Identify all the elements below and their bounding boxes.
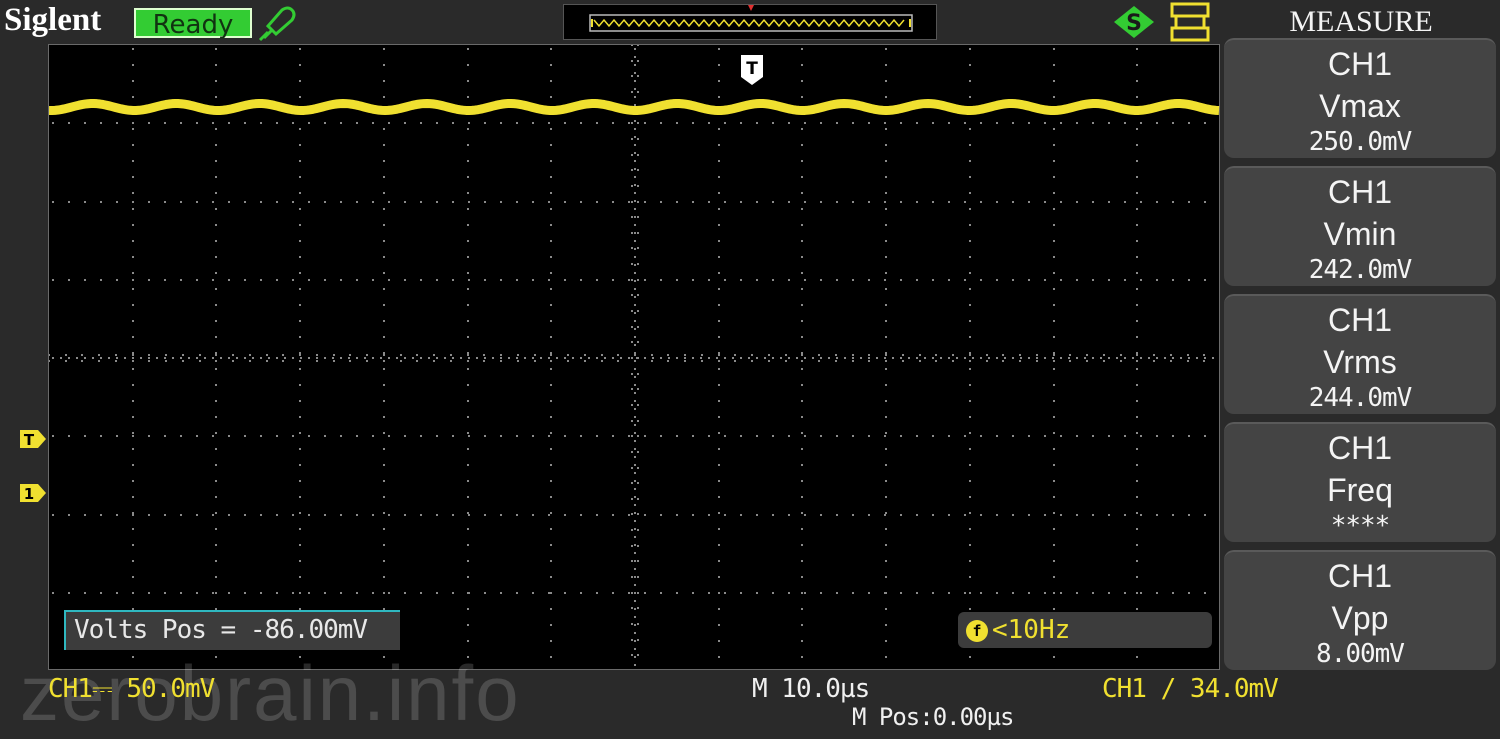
measure-value: 250.0mV bbox=[1308, 127, 1413, 157]
trigger-level-readout: CH1 ∕ 34.0mV bbox=[1102, 674, 1279, 704]
volts-position-readout: Volts Pos = -86.00mV bbox=[64, 610, 400, 650]
measure-value: **** bbox=[1330, 511, 1391, 541]
measure-param: Vmax bbox=[1319, 88, 1401, 124]
measure-channel: CH1 bbox=[1327, 46, 1392, 82]
measure-channel: CH1 bbox=[1327, 430, 1392, 466]
measure-item-vpp[interactable]: CH1 Vpp 8.00mV bbox=[1224, 550, 1496, 670]
waveform-svg bbox=[49, 45, 1221, 671]
acquisition-status-badge: Ready bbox=[134, 8, 252, 40]
svg-text:S: S bbox=[1126, 11, 1142, 36]
horizontal-position: M Pos:0.00µs bbox=[852, 703, 1014, 731]
bottom-status-bar: zerobrain.info CH1⎓ 50.0mV M 10.0µs M Po… bbox=[0, 649, 1500, 737]
probe-icon bbox=[258, 4, 298, 42]
trigger-position-marker: T bbox=[739, 53, 765, 87]
measure-item-vmax[interactable]: CH1 Vmax 250.0mV bbox=[1224, 38, 1496, 158]
ch1-vertical-scale: CH1⎓ 50.0mV bbox=[48, 674, 215, 704]
measure-channel: CH1 bbox=[1327, 558, 1392, 594]
channel-1-ground-marker[interactable]: 1 bbox=[18, 482, 48, 504]
measure-param: Vpp bbox=[1331, 600, 1389, 636]
measure-item-freq[interactable]: CH1 Freq **** bbox=[1224, 422, 1496, 542]
top-status-bar: Siglent Ready S bbox=[0, 0, 1222, 44]
trigger-level-marker[interactable]: T bbox=[18, 428, 48, 450]
usb-lock-icon: S bbox=[1112, 4, 1156, 40]
measure-param: Vmin bbox=[1323, 216, 1397, 252]
measure-channel: CH1 bbox=[1327, 174, 1392, 210]
measure-channel: CH1 bbox=[1327, 302, 1392, 338]
measure-param: Vrms bbox=[1323, 344, 1397, 380]
measure-item-vrms[interactable]: CH1 Vrms 244.0mV bbox=[1224, 294, 1496, 414]
measure-value: 8.00mV bbox=[1316, 639, 1405, 669]
svg-text:T: T bbox=[24, 431, 35, 449]
menu-title: MEASURE bbox=[1289, 5, 1433, 38]
svg-text:T: T bbox=[746, 59, 758, 79]
brand-logo: Siglent bbox=[4, 2, 102, 38]
memory-position-indicator bbox=[563, 4, 937, 40]
trigger-frequency-readout: f <10Hz bbox=[958, 612, 1212, 648]
trigger-status-icon bbox=[1168, 2, 1212, 42]
waveform-grid[interactable] bbox=[48, 44, 1221, 671]
frequency-icon: f bbox=[966, 619, 988, 642]
frequency-value: <10Hz bbox=[992, 615, 1071, 645]
svg-text:1: 1 bbox=[24, 485, 34, 503]
measure-value: 242.0mV bbox=[1308, 255, 1413, 285]
graticule bbox=[49, 45, 1214, 671]
display-area: T T 1 Volts Pos = -86.00mV f <10Hz bbox=[0, 44, 1222, 671]
measure-item-vmin[interactable]: CH1 Vmin 242.0mV bbox=[1224, 166, 1496, 286]
measure-value: 244.0mV bbox=[1308, 383, 1413, 413]
measure-menu: MEASURE CH1 Vmax 250.0mV CH1 Vmin 242.0m… bbox=[1222, 0, 1500, 670]
horizontal-timebase: M 10.0µs bbox=[752, 674, 870, 704]
measure-param: Freq bbox=[1327, 472, 1393, 508]
